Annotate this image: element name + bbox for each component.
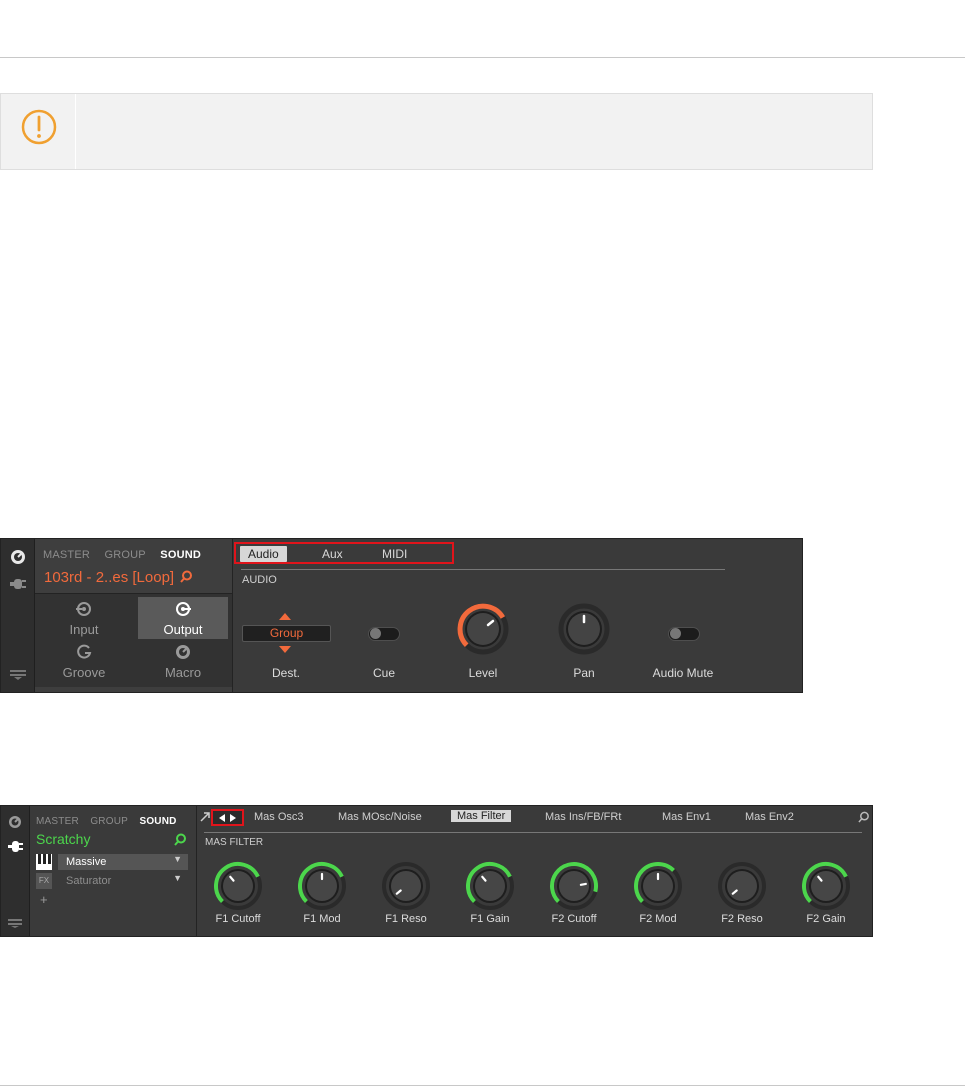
tab-master[interactable]: MASTER bbox=[43, 549, 90, 561]
level-label: Level bbox=[468, 666, 498, 680]
prev-page-icon[interactable] bbox=[219, 814, 225, 822]
page-input[interactable]: Input bbox=[39, 597, 129, 639]
knob-label: F1 Gain bbox=[470, 913, 510, 925]
output-icon bbox=[176, 602, 191, 616]
sidebar-strip bbox=[1, 806, 30, 936]
knob-label: F2 Cutoff bbox=[551, 913, 597, 925]
tab-audio[interactable]: Audio bbox=[240, 546, 287, 562]
groove-icon bbox=[77, 644, 92, 659]
dest-up-arrow-icon[interactable] bbox=[279, 613, 291, 620]
knob-f2-reso[interactable] bbox=[716, 860, 768, 912]
cue-label: Cue bbox=[372, 666, 395, 680]
level-knob[interactable] bbox=[456, 602, 510, 656]
page-tab-mas-filter[interactable]: Mas Filter bbox=[451, 810, 512, 822]
plugin-list-column: MASTER GROUP SOUND Scratchy Massive ▼ FX… bbox=[30, 806, 197, 936]
sound-name-label: 103rd - 2..es [Loop] bbox=[44, 569, 175, 586]
dest-label: Dest. bbox=[271, 666, 300, 680]
page-groove[interactable]: Groove bbox=[39, 640, 129, 682]
search-icon[interactable] bbox=[180, 570, 193, 583]
tab-sound[interactable]: SOUND bbox=[160, 549, 201, 561]
audio-mute-label: Audio Mute bbox=[652, 666, 714, 680]
dropdown-icon[interactable]: ▼ bbox=[173, 873, 182, 883]
level-tabs: MASTER GROUP SOUND bbox=[43, 545, 211, 563]
knob-label: F1 Cutoff bbox=[215, 913, 261, 925]
page-tab-mas-osc3[interactable]: Mas Osc3 bbox=[254, 811, 304, 823]
tab-group[interactable]: GROUP bbox=[90, 816, 128, 827]
cue-toggle[interactable] bbox=[368, 627, 400, 641]
dropdown-icon[interactable]: ▼ bbox=[173, 854, 182, 864]
channel-properties-panel: MASTER GROUP SOUND 103rd - 2..es [Loop] … bbox=[0, 538, 803, 693]
page-input-label: Input bbox=[69, 622, 99, 637]
input-icon bbox=[76, 602, 91, 616]
section-title: AUDIO bbox=[242, 574, 277, 586]
knob-label: F2 Mod bbox=[639, 913, 677, 925]
sound-name[interactable]: 103rd - 2..es [Loop] bbox=[44, 569, 193, 586]
warning-icon bbox=[21, 109, 57, 145]
plugin-name: Massive bbox=[58, 854, 188, 870]
plugin-name: Saturator bbox=[66, 875, 112, 887]
sound-name[interactable]: Scratchy bbox=[36, 831, 90, 847]
dest-selector[interactable]: Group bbox=[242, 625, 331, 642]
channel-icon[interactable] bbox=[10, 549, 26, 565]
knob-label: F2 Reso bbox=[721, 913, 763, 925]
knob-label: F1 Mod bbox=[303, 913, 341, 925]
property-pages-grid: Input Output Groove Macro bbox=[35, 593, 232, 687]
page-tab-mas-env2[interactable]: Mas Env2 bbox=[745, 811, 794, 823]
page-groove-label: Groove bbox=[62, 665, 106, 680]
knob-f1-mod[interactable] bbox=[296, 860, 348, 912]
tab-group[interactable]: GROUP bbox=[105, 549, 146, 561]
plugin-slot-saturator[interactable]: FX Saturator ▼ bbox=[36, 873, 188, 889]
tab-aux[interactable]: Aux bbox=[314, 546, 351, 562]
knob-label: F2 Gain bbox=[806, 913, 846, 925]
sidebar-strip bbox=[1, 539, 35, 692]
plugin-slot-massive[interactable]: Massive ▼ bbox=[36, 854, 188, 870]
knob-f2-cutoff[interactable] bbox=[548, 860, 600, 912]
plugin-parameters-panel: MASTER GROUP SOUND Scratchy Massive ▼ FX… bbox=[0, 805, 873, 937]
pan-knob[interactable] bbox=[557, 602, 611, 656]
collapse-icon[interactable] bbox=[8, 919, 22, 928]
tab-master[interactable]: MASTER bbox=[36, 816, 79, 827]
properties-tab-bar: Audio Aux MIDI bbox=[234, 542, 454, 564]
page-nav-arrows[interactable] bbox=[211, 809, 244, 826]
expand-arrow-icon[interactable] bbox=[200, 812, 210, 822]
audio-mute-toggle[interactable] bbox=[668, 627, 700, 641]
plugin-icon[interactable] bbox=[10, 577, 26, 591]
level-tabs: MASTER GROUP SOUND bbox=[36, 811, 184, 829]
next-page-icon[interactable] bbox=[230, 814, 236, 822]
page-output[interactable]: Output bbox=[138, 597, 228, 639]
channel-icon[interactable] bbox=[8, 815, 22, 829]
knob-f1-reso[interactable] bbox=[380, 860, 432, 912]
knob-label: F1 Reso bbox=[385, 913, 427, 925]
collapse-icon[interactable] bbox=[10, 670, 26, 680]
page-output-label: Output bbox=[163, 622, 203, 637]
knob-f1-cutoff[interactable] bbox=[212, 860, 264, 912]
instrument-icon bbox=[36, 854, 52, 870]
knob-f1-gain[interactable] bbox=[464, 860, 516, 912]
dest-down-arrow-icon[interactable] bbox=[279, 646, 291, 653]
tab-midi[interactable]: MIDI bbox=[374, 546, 415, 562]
search-icon[interactable] bbox=[858, 811, 870, 823]
section-title: MAS FILTER bbox=[205, 837, 264, 848]
section-divider bbox=[241, 569, 725, 570]
page-tab-mas-ins-fb-frt[interactable]: Mas Ins/FB/FRt bbox=[545, 811, 621, 823]
warning-icon-column bbox=[1, 94, 76, 169]
page-macro[interactable]: Macro bbox=[138, 640, 228, 682]
knob-f2-gain[interactable] bbox=[800, 860, 852, 912]
knob-f2-mod[interactable] bbox=[632, 860, 684, 912]
sound-info-column: MASTER GROUP SOUND 103rd - 2..es [Loop] … bbox=[35, 539, 233, 692]
fx-badge-icon: FX bbox=[36, 873, 52, 889]
plugin-icon[interactable] bbox=[8, 840, 23, 853]
top-rule bbox=[0, 57, 965, 58]
section-divider bbox=[204, 832, 862, 833]
page-tab-mas-env1[interactable]: Mas Env1 bbox=[662, 811, 711, 823]
search-icon[interactable] bbox=[174, 833, 187, 846]
page-macro-label: Macro bbox=[164, 665, 202, 680]
tab-sound[interactable]: SOUND bbox=[139, 816, 176, 827]
page-tab-mas-mosc-noise[interactable]: Mas MOsc/Noise bbox=[338, 811, 422, 823]
warning-note bbox=[0, 93, 873, 170]
macro-icon bbox=[176, 645, 190, 659]
pan-label: Pan bbox=[573, 666, 595, 680]
add-plugin-button[interactable]: + bbox=[40, 892, 48, 907]
